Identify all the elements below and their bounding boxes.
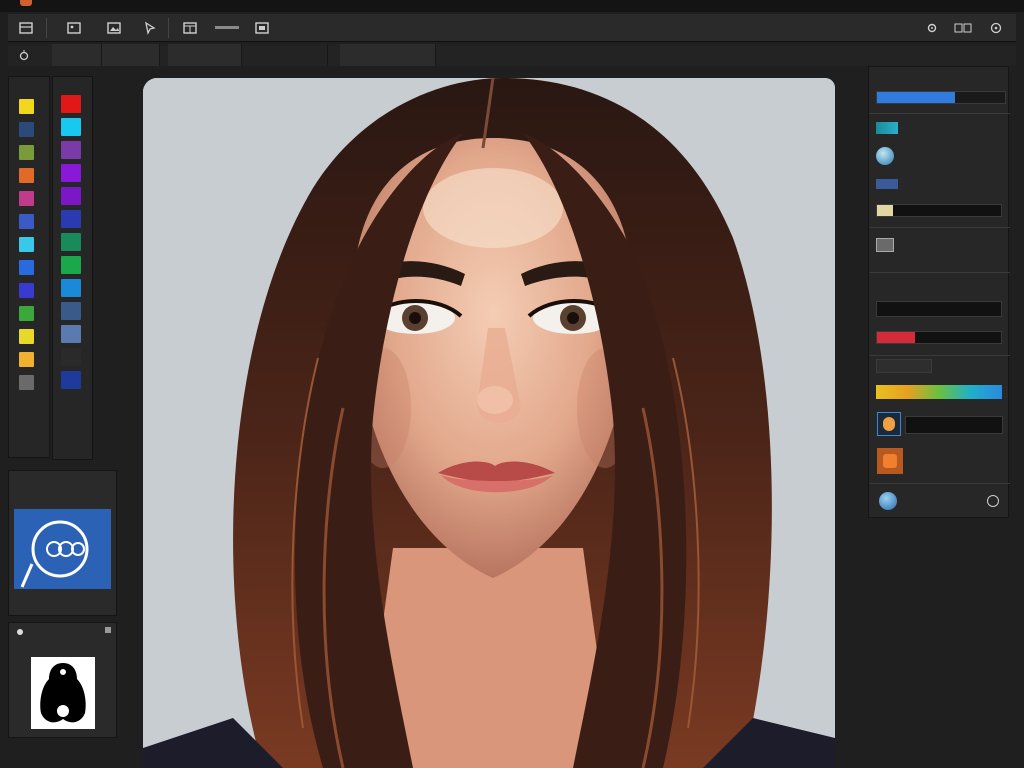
color-swatch[interactable] — [61, 187, 81, 205]
toolbar-divider — [168, 18, 169, 38]
color-swatch[interactable] — [19, 329, 34, 344]
color-swatch[interactable] — [19, 122, 34, 137]
property-tab[interactable] — [876, 359, 932, 373]
color-swatch[interactable] — [19, 168, 34, 183]
color-swatch[interactable] — [61, 256, 81, 274]
panel-divider — [869, 227, 1010, 228]
color-swatch[interactable] — [19, 260, 34, 275]
color-swatch[interactable] — [61, 210, 81, 228]
properties-panel — [868, 66, 1010, 518]
panel-divider — [869, 272, 1010, 273]
options-bar — [8, 44, 1016, 66]
brush-preset-icon[interactable] — [877, 412, 901, 436]
grid-icon[interactable] — [16, 18, 36, 38]
main-toolbar — [8, 14, 1016, 42]
color-swatch[interactable] — [19, 191, 34, 206]
menu-bar — [0, 0, 1024, 12]
color-swatch[interactable] — [19, 214, 34, 229]
color-swatch[interactable] — [61, 164, 81, 182]
panel-divider — [869, 483, 1010, 484]
opacity-slider-fill — [877, 205, 893, 216]
option-4[interactable] — [252, 44, 328, 66]
option-2[interactable] — [102, 44, 160, 66]
color-swatch[interactable] — [61, 371, 81, 389]
globe-icon[interactable] — [876, 147, 894, 165]
image-thumb-icon[interactable] — [876, 179, 898, 189]
panel-dot-icon — [17, 629, 23, 635]
brush-tip-icon — [883, 417, 895, 431]
color-swatch[interactable] — [19, 306, 34, 321]
panel-icon[interactable] — [180, 18, 200, 38]
color-swatch[interactable] — [19, 99, 34, 114]
minus-icon[interactable] — [212, 18, 242, 38]
color-swatch[interactable] — [61, 325, 81, 343]
blend-mode-fill — [877, 92, 955, 103]
toolbar-divider — [46, 18, 47, 38]
help-icon[interactable] — [986, 18, 1006, 38]
swatch-panel-left — [8, 76, 50, 458]
color-swatch[interactable] — [61, 279, 81, 297]
panel-divider — [869, 355, 1010, 356]
color-swatch[interactable] — [61, 348, 81, 366]
color-swatch[interactable] — [61, 233, 81, 251]
hand-icon[interactable] — [14, 45, 34, 65]
photo-editor-window — [0, 0, 1024, 768]
layer-mask-thumbnail[interactable] — [31, 657, 95, 729]
gradient-bar[interactable] — [876, 385, 1002, 399]
image-icon[interactable] — [64, 18, 84, 38]
layer-preview-panel — [8, 622, 117, 738]
color-swatch[interactable] — [19, 375, 34, 390]
color-swatch[interactable] — [19, 237, 34, 252]
panel-close-icon[interactable] — [105, 627, 111, 633]
color-slider[interactable] — [876, 331, 1002, 344]
color-slider-fill — [877, 332, 915, 343]
app-logo-icon — [20, 0, 32, 6]
panel-divider — [869, 113, 1010, 114]
property-input-1[interactable] — [876, 301, 1002, 317]
image-edit-icon[interactable] — [104, 18, 124, 38]
option-3[interactable] — [168, 44, 242, 66]
texture-tip-icon — [883, 454, 897, 468]
color-swatch[interactable] — [61, 302, 81, 320]
settings-icon[interactable] — [987, 495, 999, 507]
color-swatch[interactable] — [19, 145, 34, 160]
globe-icon[interactable] — [879, 492, 897, 510]
option-1[interactable] — [52, 44, 102, 66]
option-5[interactable] — [340, 44, 436, 66]
navigator-thumbnail[interactable] — [14, 509, 111, 589]
color-swatch[interactable] — [19, 352, 34, 367]
blend-mode-select[interactable] — [876, 91, 1006, 104]
image-canvas[interactable] — [143, 78, 835, 768]
layer-color-swatch[interactable] — [876, 122, 898, 134]
opacity-slider[interactable] — [876, 204, 1002, 217]
layers-icon[interactable] — [252, 18, 272, 38]
settings-icon[interactable] — [922, 18, 942, 38]
mask-icon[interactable] — [876, 238, 894, 252]
cursor-icon[interactable] — [140, 18, 160, 38]
texture-preset-icon[interactable] — [877, 448, 903, 474]
color-swatch[interactable] — [61, 118, 81, 136]
portrait-artwork — [143, 78, 835, 768]
property-input-2[interactable] — [905, 416, 1003, 434]
color-swatch[interactable] — [61, 141, 81, 159]
swatch-panel-right — [52, 76, 93, 460]
navigator-panel — [8, 470, 117, 616]
view-icon[interactable] — [952, 18, 974, 38]
color-swatch[interactable] — [61, 95, 81, 113]
color-swatch[interactable] — [19, 283, 34, 298]
